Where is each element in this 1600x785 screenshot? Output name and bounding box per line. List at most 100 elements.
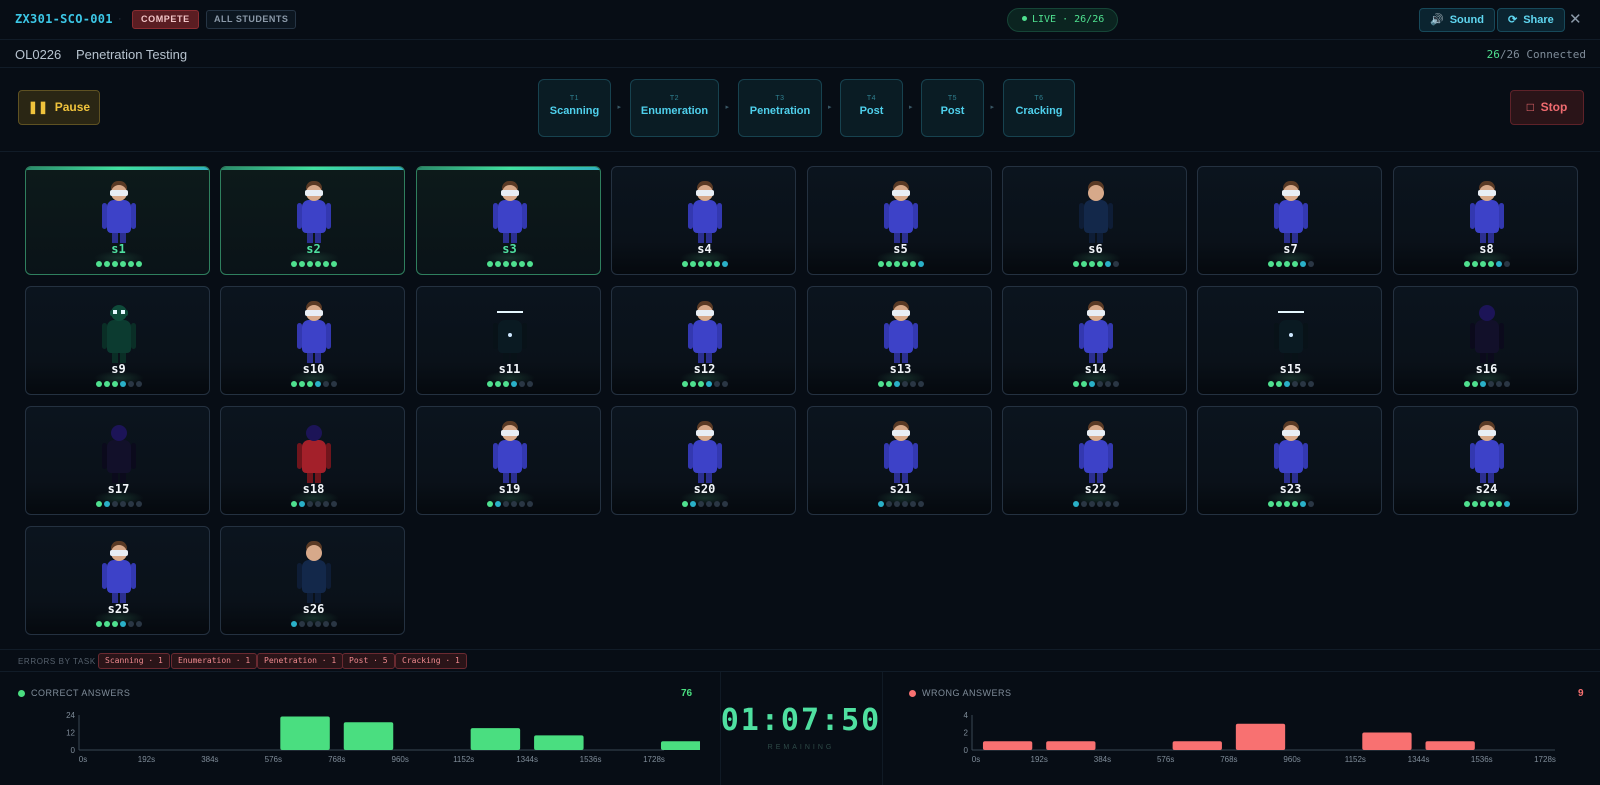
student-name: s18 <box>302 482 325 496</box>
task-progress-dots <box>1198 261 1381 267</box>
student-name: s16 <box>1475 362 1498 376</box>
sound-button[interactable]: 🔊 Sound <box>1419 8 1495 32</box>
task-done-dot <box>1463 381 1470 387</box>
course-bar: OL0226 Penetration Testing 26/26 Connect… <box>0 40 1600 68</box>
x-tick-label: 1344s <box>516 755 538 764</box>
task-done-dot <box>1267 501 1274 507</box>
task-pending-dot <box>510 501 517 507</box>
task-step-2[interactable]: T2 Enumeration <box>630 79 719 137</box>
student-card[interactable]: s6 <box>1002 166 1187 275</box>
task-label: Enumeration <box>640 105 709 117</box>
x-tick-label: 576s <box>1157 755 1174 764</box>
student-name: s24 <box>1475 482 1498 496</box>
task-pending-dot <box>721 381 728 387</box>
task-done-dot <box>111 261 118 267</box>
student-card[interactable]: s25 <box>25 526 210 635</box>
task-done-dot <box>502 381 509 387</box>
student-card[interactable]: s10 <box>220 286 405 395</box>
student-name: s17 <box>107 482 130 496</box>
chart-bar <box>534 735 584 750</box>
task-progress-dots <box>417 261 600 267</box>
student-card[interactable]: s7 <box>1197 166 1382 275</box>
student-card[interactable]: s15 <box>1197 286 1382 395</box>
task-pending-dot <box>135 621 142 627</box>
stop-icon: □ <box>1526 100 1534 114</box>
student-card[interactable]: s5 <box>807 166 992 275</box>
task-progress-dots <box>808 381 991 387</box>
student-avatar <box>884 421 918 483</box>
task-label: Post <box>859 105 884 117</box>
task-done-dot <box>502 261 509 267</box>
control-row: ❚❚ Pause T1 Scanning ▸ T2 Enumeration ▸ T3 Pene… <box>0 68 1600 152</box>
task-done-dot <box>1283 501 1290 507</box>
student-card[interactable]: s21 <box>807 406 992 515</box>
filter-chip-all-students[interactable]: ALL STUDENTS <box>206 10 297 29</box>
task-done-dot <box>1487 261 1494 267</box>
task-progress-dots <box>1003 381 1186 387</box>
task-current-dot <box>298 501 305 507</box>
pause-button[interactable]: ❚❚ Pause <box>18 90 100 125</box>
task-done-dot <box>494 261 501 267</box>
student-avatar <box>1079 181 1113 243</box>
task-pending-dot <box>1096 381 1103 387</box>
task-done-dot <box>306 381 313 387</box>
student-card[interactable]: s4 <box>611 166 796 275</box>
task-pending-dot <box>306 621 313 627</box>
student-card[interactable]: s1 <box>25 166 210 275</box>
task-step-1[interactable]: T1 Scanning <box>538 79 611 137</box>
task-label: Post <box>940 105 965 117</box>
student-card[interactable]: s2 <box>220 166 405 275</box>
student-card[interactable]: s23 <box>1197 406 1382 515</box>
student-avatar <box>102 301 136 363</box>
student-card[interactable]: s17 <box>25 406 210 515</box>
student-card[interactable]: s22 <box>1002 406 1187 515</box>
task-pending-dot <box>1503 381 1510 387</box>
task-progress-dots <box>1198 501 1381 507</box>
student-card[interactable]: s3 <box>416 166 601 275</box>
task-current-dot <box>119 381 126 387</box>
task-step-6[interactable]: T6 Cracking <box>1003 79 1075 137</box>
task-pending-dot <box>127 381 134 387</box>
task-done-dot <box>681 381 688 387</box>
task-pending-dot <box>298 621 305 627</box>
chart-bar <box>1046 741 1096 750</box>
student-name: s22 <box>1084 482 1107 496</box>
timer-label: REMAINING <box>767 744 835 751</box>
student-card[interactable]: s20 <box>611 406 796 515</box>
chevron-right-icon: ▸ <box>828 104 832 111</box>
stop-button[interactable]: □ Stop <box>1510 90 1584 125</box>
task-pending-dot <box>526 381 533 387</box>
task-progress-dots <box>1394 501 1577 507</box>
student-card[interactable]: s8 <box>1393 166 1578 275</box>
student-card[interactable]: s14 <box>1002 286 1187 395</box>
task-progress-dots <box>1394 261 1577 267</box>
wrong-title-text: WRONG ANSWERS <box>922 688 1012 698</box>
student-card[interactable]: s16 <box>1393 286 1578 395</box>
task-pending-dot <box>314 501 321 507</box>
task-done-dot <box>885 381 892 387</box>
share-button[interactable]: ⟳ Share <box>1497 8 1565 32</box>
student-card[interactable]: s9 <box>25 286 210 395</box>
student-name: s3 <box>502 242 517 256</box>
task-done-dot <box>901 261 908 267</box>
task-step-5[interactable]: T5 Post <box>921 79 984 137</box>
student-card[interactable]: s19 <box>416 406 601 515</box>
task-done-dot <box>1479 261 1486 267</box>
x-tick-label: 0s <box>972 755 980 764</box>
task-step-4[interactable]: T4 Post <box>840 79 903 137</box>
task-step-3[interactable]: T3 Penetration <box>738 79 822 137</box>
student-card[interactable]: s26 <box>220 526 405 635</box>
task-done-dot <box>111 381 118 387</box>
student-card[interactable]: s12 <box>611 286 796 395</box>
student-card[interactable]: s18 <box>220 406 405 515</box>
task-tag: T4 <box>866 95 877 102</box>
student-card[interactable]: s24 <box>1393 406 1578 515</box>
close-icon[interactable]: ✕ <box>1569 10 1582 28</box>
x-tick-label: 768s <box>1220 755 1237 764</box>
student-card[interactable]: s11 <box>416 286 601 395</box>
mode-chip-compete[interactable]: COMPETE <box>132 10 199 29</box>
speaker-icon: 🔊 <box>1430 14 1444 26</box>
task-done-dot <box>1495 501 1502 507</box>
student-card[interactable]: s13 <box>807 286 992 395</box>
share-label: Share <box>1523 14 1554 26</box>
